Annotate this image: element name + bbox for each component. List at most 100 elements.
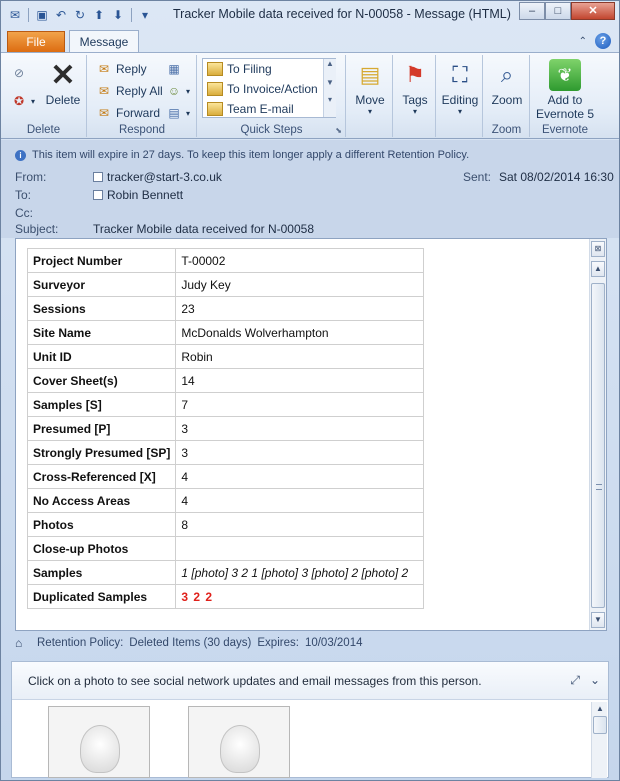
from-address: tracker@start-3.co.uk <box>107 170 222 184</box>
people-pane-scrollbar[interactable]: ▲ <box>591 702 607 778</box>
add-to-evernote-button[interactable]: ❦ Add to Evernote 5 <box>533 59 597 121</box>
respond-group-label: Respond <box>118 124 166 136</box>
info-icon: i <box>15 149 26 161</box>
minimize-button[interactable]: – <box>519 2 545 20</box>
close-button[interactable]: ✕ <box>571 2 615 20</box>
message-body: Project Number T-00002 Surveyor Judy Key Ses… <box>15 238 607 631</box>
table-value: 4 <box>175 464 425 489</box>
table-row: Unit ID Robin <box>26 344 425 369</box>
from-value[interactable]: tracker@start-3.co.uk <box>93 170 222 184</box>
folder-icon <box>207 102 223 116</box>
contact-photo[interactable] <box>48 706 150 778</box>
quick-step-label: To Invoice/Action <box>227 82 318 96</box>
help-icon[interactable]: ? <box>595 33 611 49</box>
scroll-down-button[interactable]: ▼ <box>591 612 605 628</box>
folder-icon <box>207 62 223 76</box>
down-arrow-icon[interactable]: ⬇ <box>110 7 126 23</box>
move-folder-icon: ▤ <box>359 62 381 87</box>
retention-info-text: This item will expire in 27 days. To kee… <box>32 149 470 161</box>
forward-button[interactable]: ✉ Forward <box>96 105 160 121</box>
calendar-icon: ▦ <box>168 62 180 76</box>
people-pane-controls: ⤢ ⌄ <box>570 673 600 688</box>
flag-icon: ⚑ <box>405 62 425 87</box>
delete-button[interactable]: ✕ Delete <box>43 59 83 108</box>
rss-toggle-icon[interactable]: ⊠ <box>591 241 605 257</box>
chevron-down-icon[interactable]: ⌄ <box>590 673 600 688</box>
zoom-group: ⌕ Zoom Zoom <box>484 55 530 137</box>
table-value: 7 <box>175 392 425 417</box>
ribbon: ⊘ ✪ ▾ ✕ Delete Delete ✉ Reply ✉ Reply Al… <box>1 52 619 139</box>
scroll-up-button[interactable]: ▲ <box>593 702 607 716</box>
zoom-button[interactable]: ⌕ Zoom <box>485 59 529 107</box>
dropdown-arrow-icon: ▾ <box>186 86 191 96</box>
save-icon[interactable]: ▣ <box>34 7 50 23</box>
scroll-up-icon[interactable]: ▲ <box>324 59 336 68</box>
table-row: Photos 8 <box>26 512 425 537</box>
tags-group: ⚑ Tags ▾ <box>394 55 436 137</box>
subject-label: Subject: <box>15 222 59 236</box>
expand-gallery-icon[interactable]: ▾ <box>324 95 336 104</box>
expand-icon[interactable]: ⤢ <box>570 673 580 688</box>
qat-separator <box>28 8 29 22</box>
sent-label: Sent: <box>463 170 492 184</box>
scroll-down-icon[interactable]: ▼ <box>324 78 336 87</box>
table-key: Cover Sheet(s) <box>26 368 177 393</box>
undo-icon[interactable]: ↶ <box>53 7 69 23</box>
table-row: No Access Areas 4 <box>26 488 425 513</box>
table-key: Site Name <box>26 320 177 345</box>
quick-steps-scroll[interactable]: ▲ ▼ ▾ <box>323 59 336 117</box>
reply-all-label: Reply All <box>116 84 163 98</box>
table-value <box>175 536 425 561</box>
survey-data-table: Project Number T-00002 Surveyor Judy Key Ses… <box>26 248 425 609</box>
meeting-button[interactable]: ▦ <box>166 61 182 77</box>
quick-step-to-filing[interactable]: To Filing <box>203 59 335 79</box>
dialog-launcher-icon[interactable]: ⬊ <box>335 126 342 135</box>
delete-label: Delete <box>45 93 81 107</box>
table-value: 14 <box>175 368 425 393</box>
move-button[interactable]: ▤ Move ▾ <box>350 59 390 116</box>
up-arrow-icon[interactable]: ⬆ <box>91 7 107 23</box>
folder-icon <box>207 82 223 96</box>
scroll-up-button[interactable]: ▲ <box>591 261 605 277</box>
scroll-thumb[interactable] <box>591 283 605 608</box>
editing-button[interactable]: ⛶ Editing ▾ <box>438 59 482 116</box>
reply-all-icon: ✉ <box>98 84 110 98</box>
dropdown-arrow-icon: ▾ <box>31 96 36 106</box>
table-key: Photos <box>26 512 177 537</box>
retention-info-bar[interactable]: i This item will expire in 27 days. To k… <box>15 149 469 161</box>
quick-step-team-email[interactable]: Team E-mail <box>203 99 335 119</box>
reply-all-button[interactable]: ✉ Reply All <box>96 83 163 99</box>
table-key: No Access Areas <box>26 488 177 513</box>
contact-photo[interactable] <box>188 706 290 778</box>
table-value: 8 <box>175 512 425 537</box>
to-value[interactable]: Robin Bennett <box>93 188 183 202</box>
table-value: 4 <box>175 488 425 513</box>
envelope-icon[interactable]: ✉ <box>7 7 23 23</box>
tags-button[interactable]: ⚑ Tags ▾ <box>395 59 435 116</box>
ignore-button[interactable]: ⊘ <box>11 65 27 81</box>
minimize-ribbon-icon[interactable]: ⌃ <box>579 36 587 47</box>
tab-message[interactable]: Message <box>69 30 139 53</box>
evernote-label-line1: Add to <box>547 93 583 107</box>
customize-qat-icon[interactable]: ▾ <box>137 7 153 23</box>
cc-label: Cc: <box>15 206 33 220</box>
redo-icon[interactable]: ↻ <box>72 7 88 23</box>
editing-label: Editing <box>441 93 479 107</box>
zoom-label: Zoom <box>491 93 523 107</box>
window-title: Tracker Mobile data received for N-00058… <box>173 7 511 21</box>
quick-step-to-invoice[interactable]: To Invoice/Action <box>203 79 335 99</box>
more-respond-button[interactable]: ▤ ▾ <box>166 105 190 121</box>
junk-button[interactable]: ✪ ▾ <box>11 93 35 109</box>
body-scrollbar[interactable]: ⊠ ▲ ▼ <box>589 239 606 630</box>
tab-file[interactable]: File <box>7 31 65 52</box>
reply-button[interactable]: ✉ Reply <box>96 61 147 77</box>
scroll-thumb[interactable] <box>593 716 607 734</box>
dropdown-arrow-icon: ▾ <box>457 107 462 116</box>
im-button[interactable]: ☺ ▾ <box>166 83 190 99</box>
retention-footer: ⌂ Retention Policy: Deleted Items (30 da… <box>15 632 607 654</box>
maximize-button[interactable]: □ <box>545 2 571 20</box>
ignore-icon: ⊘ <box>13 66 25 80</box>
table-row: Sessions 23 <box>26 296 425 321</box>
table-row: Duplicated Samples 3 2 2 <box>26 584 425 609</box>
from-label: From: <box>15 170 47 184</box>
